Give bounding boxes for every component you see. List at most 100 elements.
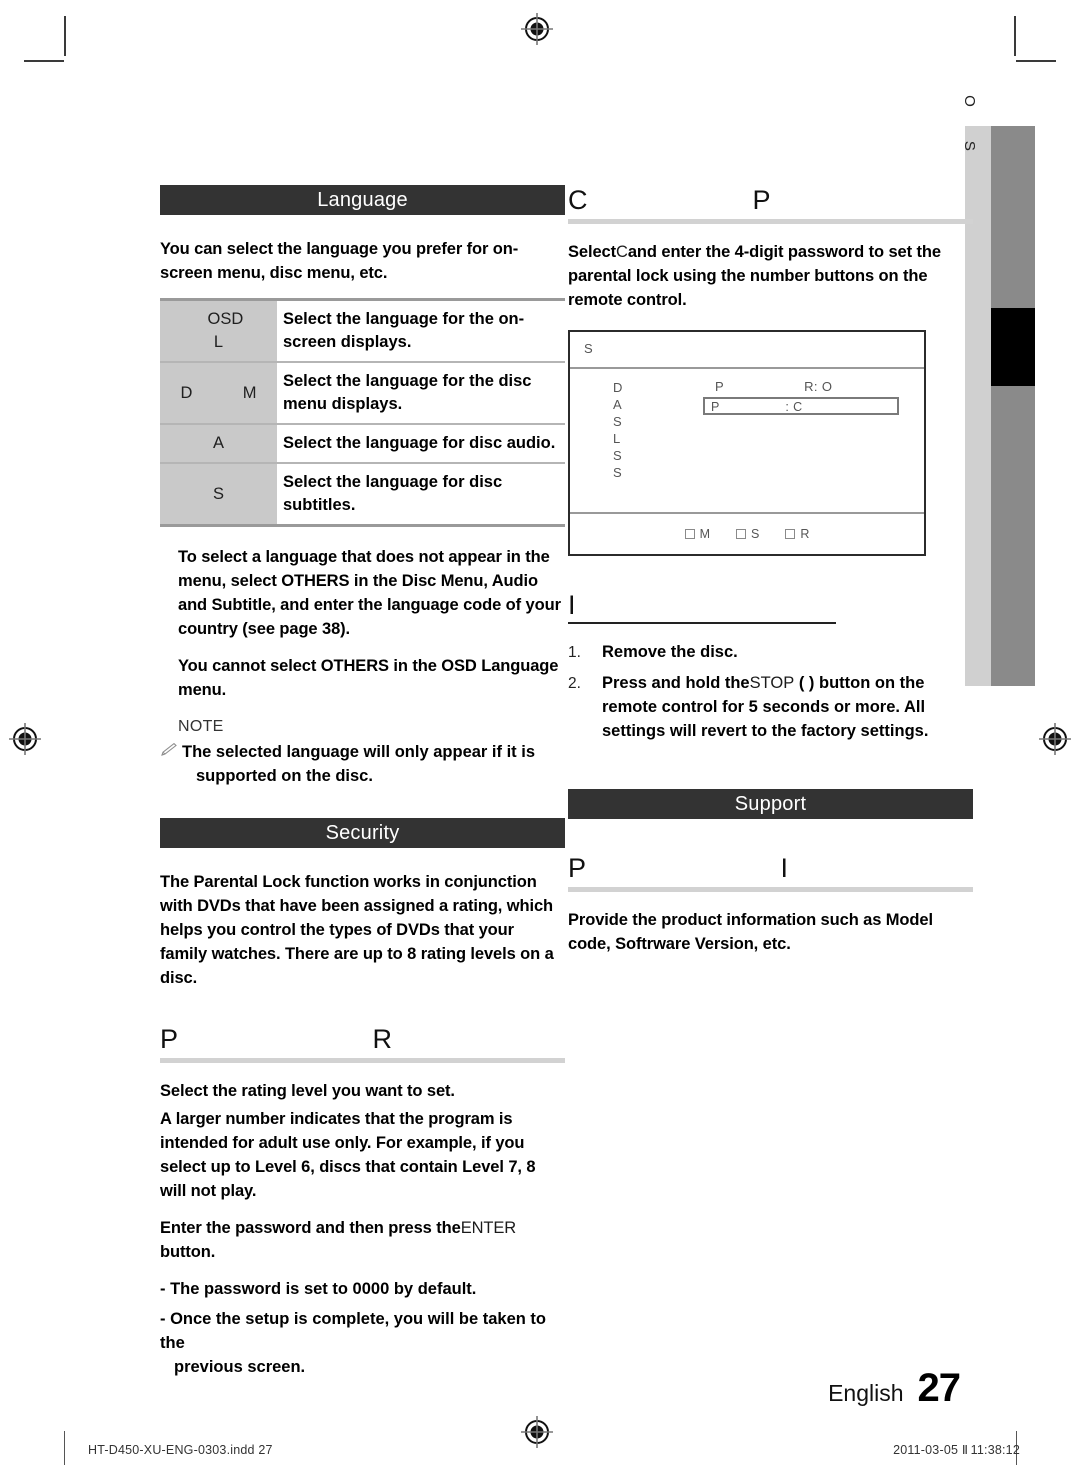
table-row: OSD L Select the language for the on-scr… bbox=[160, 298, 565, 363]
note-body-line-1: The selected language will only appear i… bbox=[182, 743, 536, 761]
table-row: A Select the language for disc audio. bbox=[160, 423, 565, 464]
print-time: 11:38:12 bbox=[970, 1443, 1020, 1457]
enter-password-instruction: Enter the password and then press theENT… bbox=[160, 1216, 565, 1264]
setup-complete-line-1: - Once the setup is complete, you will b… bbox=[160, 1310, 546, 1352]
password-default-value: 0000 bbox=[352, 1280, 390, 1298]
crop-mark-top-left-h bbox=[24, 60, 64, 62]
subheading-change-password: C P bbox=[568, 185, 973, 224]
rating-line-1: Select the rating level you want to set. bbox=[160, 1082, 455, 1100]
note-heading: NOTE bbox=[178, 718, 224, 735]
osd-footer-key-return[interactable]: R bbox=[785, 527, 809, 541]
print-date: 2011-03-05 bbox=[893, 1443, 959, 1457]
osd-footer-key-label: M bbox=[699, 527, 711, 541]
table-cell-label: D M bbox=[160, 361, 277, 425]
list-item: 1. Remove the disc. bbox=[568, 640, 973, 665]
section-thumb-tab-label: OS bbox=[961, 95, 978, 185]
step-number: 2. bbox=[568, 675, 581, 692]
footer-language-label: English bbox=[828, 1380, 904, 1406]
list-item: 2. Press and hold theSTOP ( ) button on … bbox=[568, 671, 973, 743]
osd-footer-key-move[interactable]: M bbox=[684, 527, 711, 541]
registration-target-left bbox=[8, 722, 42, 756]
osd-right-label: P R: O bbox=[715, 379, 833, 394]
manual-page: OS Language You can select the language … bbox=[0, 0, 1080, 1479]
osd-footer-key-select[interactable]: S bbox=[736, 527, 759, 541]
osd-screenshot: S D A S L S S P R: O P : C M S R bbox=[568, 330, 926, 556]
enter-button-label: ENTER bbox=[460, 1219, 517, 1237]
left-column: Language You can select the language you… bbox=[160, 185, 565, 1385]
enter-password-pre: Enter the password and then press the bbox=[160, 1219, 461, 1237]
setup-complete-line-2: previous screen. bbox=[174, 1358, 306, 1376]
note-body: The selected language will only appear i… bbox=[182, 740, 535, 788]
osd-menu-item[interactable]: L bbox=[613, 430, 623, 447]
table-cell-description: Select the language for disc subtitles. bbox=[277, 462, 565, 527]
table-row: S Select the language for disc subtitles… bbox=[160, 462, 565, 527]
pencil-icon bbox=[160, 742, 178, 762]
section-header-support: Support bbox=[568, 789, 973, 819]
language-osd-note-paragraph: You cannot select OTHERS in the OSD Lang… bbox=[178, 657, 559, 699]
rating-line-2: A larger number indicates that the progr… bbox=[160, 1110, 536, 1200]
osd-footer-key-label: R bbox=[800, 527, 810, 541]
table-cell-label: S bbox=[160, 462, 277, 527]
enter-password-post: button. bbox=[160, 1243, 216, 1261]
security-intro-text: The Parental Lock function works in conj… bbox=[160, 873, 554, 987]
table-cell-label: OSD L bbox=[160, 298, 277, 363]
osd-menu-item[interactable]: A bbox=[613, 396, 623, 413]
registration-target-top bbox=[520, 12, 554, 46]
section-header-language: Language bbox=[160, 185, 565, 215]
step-text: Remove the disc. bbox=[602, 643, 738, 661]
key-box-icon bbox=[736, 529, 747, 539]
key-box-icon bbox=[684, 529, 695, 539]
change-password-ui-label: C bbox=[616, 243, 628, 261]
osd-footer-key-label: S bbox=[751, 527, 760, 541]
subheading-parental-rating: P R bbox=[160, 1024, 565, 1063]
table-cell-label: A bbox=[160, 423, 277, 464]
subheading-forgot-password: I bbox=[568, 590, 836, 624]
page-footer: English 27 bbox=[828, 1366, 961, 1411]
note-body-line-2: supported on the disc. bbox=[196, 767, 373, 785]
stop-button-label: STOP bbox=[749, 674, 795, 692]
key-box-icon bbox=[785, 529, 796, 539]
password-default-pre: - The password is set to bbox=[160, 1280, 353, 1298]
change-password-pre: Select bbox=[568, 243, 617, 261]
osd-menu-item[interactable]: S bbox=[613, 464, 623, 481]
reset-steps-list: 1. Remove the disc. 2. Press and hold th… bbox=[568, 640, 973, 743]
change-password-instruction: SelectCand enter the 4-digit password to… bbox=[568, 240, 973, 312]
osd-menu-item[interactable]: S bbox=[613, 413, 623, 430]
osd-menu-item[interactable]: D bbox=[613, 379, 623, 396]
table-cell-description: Select the language for the on-screen di… bbox=[277, 298, 565, 363]
crop-mark-top-right-h bbox=[1016, 60, 1056, 62]
step-text: Press and hold theSTOP ( ) button on the… bbox=[602, 671, 973, 743]
subheading-product-information: P I bbox=[568, 853, 973, 892]
page-number: 27 bbox=[917, 1366, 961, 1410]
section-thumb-bar bbox=[991, 126, 1035, 686]
table-cell-description: Select the language for disc audio. bbox=[277, 423, 565, 464]
section-header-security: Security bbox=[160, 818, 565, 848]
print-separator-glyph: Ⅱ bbox=[961, 1442, 968, 1457]
setup-complete-line: - Once the setup is complete, you will b… bbox=[160, 1307, 565, 1379]
osd-menu-item[interactable]: S bbox=[613, 447, 623, 464]
print-timestamp: 2011-03-05 Ⅱ 11:38:12 bbox=[893, 1442, 1020, 1457]
crop-mark-top-right-v bbox=[1014, 16, 1016, 56]
step-number: 1. bbox=[568, 644, 581, 661]
osd-password-field[interactable]: P : C bbox=[703, 397, 899, 415]
osd-body: D A S L S S P R: O P : C bbox=[570, 369, 924, 510]
support-body-text: Provide the product information such as … bbox=[568, 911, 933, 953]
table-row: D M Select the language for the disc men… bbox=[160, 361, 565, 425]
language-others-paragraph: To select a language that does not appea… bbox=[178, 548, 561, 638]
osd-footer: M S R bbox=[570, 512, 924, 554]
note-block: The selected language will only appear i… bbox=[160, 740, 565, 788]
language-intro-text: You can select the language you prefer f… bbox=[160, 240, 519, 282]
crop-mark-top-left-v bbox=[64, 16, 66, 56]
right-column: C P SelectCand enter the 4-digit passwor… bbox=[568, 185, 973, 969]
step-text-pre: Press and hold the bbox=[602, 674, 750, 692]
language-options-table: OSD L Select the language for the on-scr… bbox=[160, 298, 565, 527]
print-filename: HT-D450-XU-ENG-0303.indd 27 bbox=[88, 1443, 273, 1457]
registration-target-right bbox=[1038, 722, 1072, 756]
registration-target-bottom bbox=[520, 1415, 554, 1449]
osd-menu-list: D A S L S S bbox=[613, 379, 623, 481]
password-default-post: by default. bbox=[389, 1280, 477, 1298]
table-cell-description: Select the language for the disc menu di… bbox=[277, 361, 565, 425]
osd-title: S bbox=[570, 332, 924, 369]
section-thumb-bar-active bbox=[991, 308, 1035, 386]
print-rule-left bbox=[64, 1431, 65, 1465]
